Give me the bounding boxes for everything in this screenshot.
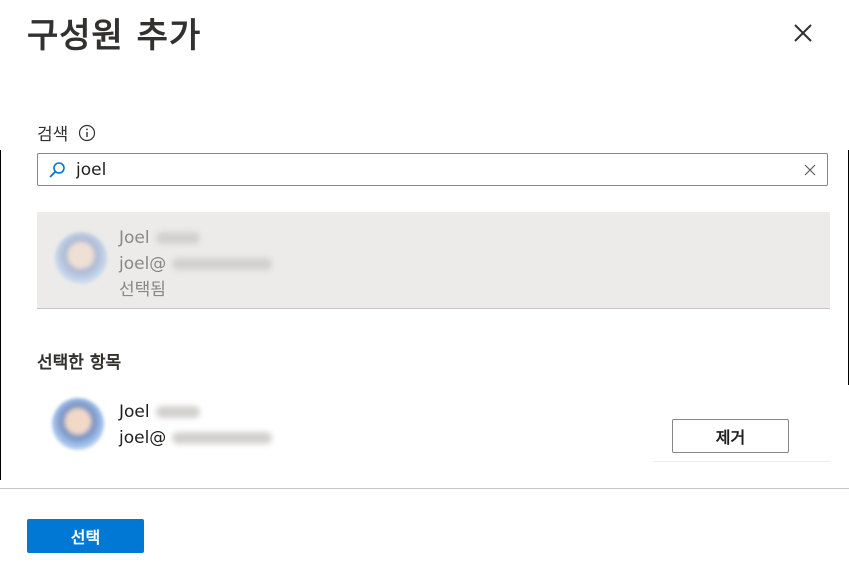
result-first-name: Joel	[119, 228, 150, 248]
result-status: 선택됨	[119, 280, 166, 300]
avatar	[55, 232, 107, 284]
remove-button[interactable]: 제거	[672, 419, 789, 453]
content-left-border	[0, 150, 1, 480]
search-box[interactable]	[37, 153, 828, 186]
search-label-row: 검색	[37, 120, 96, 145]
footer-divider	[0, 488, 849, 489]
selected-heading: 선택한 항목	[37, 353, 122, 373]
select-button[interactable]: 선택	[27, 519, 144, 553]
search-result-item[interactable]: Joel joel@ 선택됨	[37, 212, 830, 309]
result-details: Joel joel@ 선택됨	[119, 225, 273, 303]
redacted-email-domain	[172, 258, 273, 270]
redacted-email-domain	[172, 432, 273, 444]
selected-name: Joel	[119, 399, 272, 425]
search-icon	[49, 161, 65, 178]
selected-email-prefix: joel@	[119, 428, 167, 448]
result-name: Joel	[119, 225, 272, 251]
clear-icon[interactable]	[803, 163, 817, 177]
result-email: joel@	[119, 251, 273, 277]
selected-email: joel@	[119, 425, 273, 451]
selected-details: Joel joel@	[119, 399, 273, 451]
avatar	[52, 398, 104, 450]
info-icon[interactable]	[78, 124, 96, 142]
search-input[interactable]	[74, 154, 803, 185]
selected-first-name: Joel	[119, 402, 150, 422]
redacted-last-name	[155, 232, 200, 244]
search-label: 검색	[37, 125, 69, 145]
dialog-title: 구성원 추가	[27, 16, 202, 56]
redacted-last-name	[155, 406, 200, 418]
divider	[653, 461, 830, 462]
close-icon[interactable]	[788, 18, 818, 48]
result-email-prefix: joel@	[119, 254, 167, 274]
